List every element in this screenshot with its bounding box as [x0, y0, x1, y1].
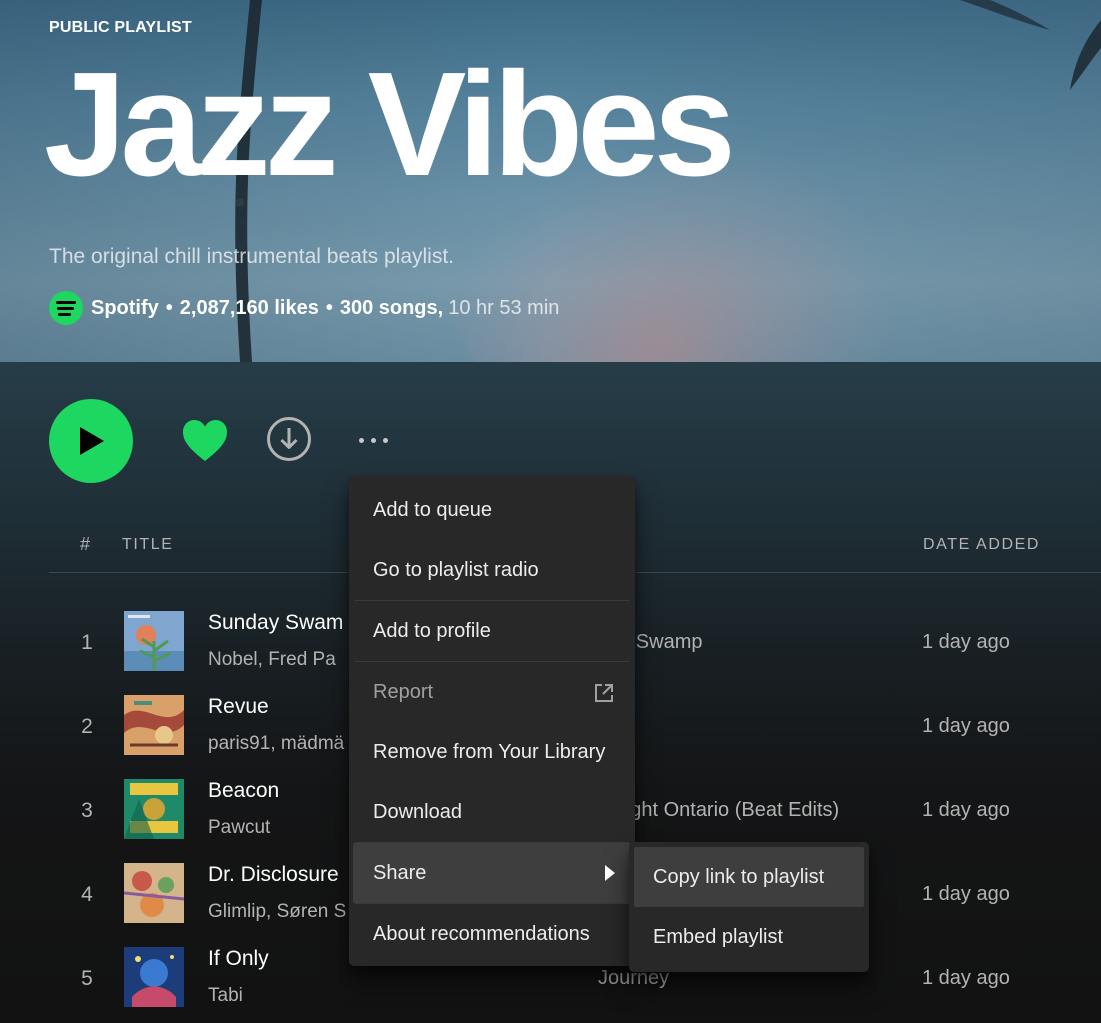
column-header-number: # [80, 534, 92, 554]
more-options-icon [382, 437, 388, 443]
menu-item-add-to-profile[interactable]: Add to profile [353, 601, 631, 661]
playlist-likes: 2,087,160 likes [179, 296, 319, 319]
share-submenu: Copy link to playlist Embed playlist [629, 842, 869, 972]
track-cover-art [124, 611, 184, 671]
external-link-icon [595, 684, 613, 702]
spotify-logo-icon[interactable] [49, 291, 83, 325]
menu-item-label: Download [373, 800, 462, 823]
download-icon [267, 417, 311, 461]
column-header-date-added[interactable]: DATE ADDED [923, 536, 1040, 554]
playlist-duration: 10 hr 53 min [448, 296, 560, 319]
playlist-context-menu: Add to queue Go to playlist radio Add to… [349, 476, 635, 966]
track-title[interactable]: Dr. Disclosure [208, 863, 339, 887]
playlist-owner-link[interactable]: Spotify [91, 297, 159, 320]
submenu-arrow-icon [605, 865, 615, 881]
playlist-meta: Spotify • 2,087,160 likes • 300 songs, 1… [49, 290, 559, 326]
track-cover-art [124, 695, 184, 755]
track-cover-art [124, 863, 184, 923]
menu-item-label: About recommendations [373, 922, 590, 945]
track-title[interactable]: Sunday Swam [208, 611, 343, 635]
playlist-type-label: PUBLIC PLAYLIST [49, 19, 192, 36]
track-artist[interactable]: paris91, mädmä [208, 733, 344, 755]
track-artist[interactable]: Nobel, Fred Pa [208, 649, 336, 671]
track-title[interactable]: If Only [208, 947, 269, 971]
playlist-title: Jazz Vibes [44, 42, 736, 207]
menu-item-label: Embed playlist [653, 925, 784, 948]
menu-item-label: Add to profile [373, 619, 491, 642]
track-number: 3 [81, 799, 93, 822]
like-button[interactable] [181, 418, 229, 464]
download-button[interactable] [266, 416, 312, 462]
track-date-added: 1 day ago [922, 883, 1010, 905]
track-number: 5 [81, 967, 93, 990]
track-title[interactable]: Revue [208, 695, 269, 719]
menu-item-copy-link[interactable]: Copy link to playlist [634, 847, 864, 907]
menu-item-label: Add to queue [373, 498, 492, 521]
track-date-added: 1 day ago [922, 631, 1010, 653]
menu-item-share[interactable]: Share [353, 843, 631, 903]
menu-item-label: Report [373, 680, 434, 703]
heart-icon [183, 420, 227, 461]
menu-item-label: Go to playlist radio [373, 558, 539, 581]
track-cover-art [124, 947, 184, 1007]
menu-item-embed-playlist[interactable]: Embed playlist [634, 907, 864, 967]
playlist-song-count: 300 songs, [339, 296, 444, 319]
track-cover-art [124, 779, 184, 839]
track-number: 4 [81, 883, 93, 906]
menu-item-remove-from-library[interactable]: Remove from Your Library [353, 722, 631, 782]
menu-item-report[interactable]: Report [353, 662, 631, 722]
track-artist[interactable]: Tabi [208, 985, 243, 1007]
menu-item-download[interactable]: Download [353, 782, 631, 842]
more-options-icon [358, 437, 364, 443]
menu-item-about-recommendations[interactable]: About recommendations [353, 904, 631, 964]
menu-item-label: Remove from Your Library [373, 740, 606, 763]
track-title[interactable]: Beacon [208, 779, 279, 803]
menu-item-playlist-radio[interactable]: Go to playlist radio [353, 540, 631, 600]
meta-separator: • [165, 296, 173, 319]
track-date-added: 1 day ago [922, 799, 1010, 821]
menu-item-label: Share [373, 861, 427, 884]
track-artist[interactable]: Glimlip, Søren S [208, 901, 346, 923]
playlist-description: The original chill instrumental beats pl… [49, 245, 455, 268]
play-icon [80, 427, 104, 455]
track-date-added: 1 day ago [922, 715, 1010, 737]
track-date-added: 1 day ago [922, 967, 1010, 989]
column-header-title[interactable]: TITLE [122, 536, 174, 554]
track-number: 1 [81, 631, 93, 654]
playlist-header: PUBLIC PLAYLIST Jazz Vibes The original … [0, 0, 1101, 362]
menu-item-label: Copy link to playlist [653, 865, 825, 888]
play-button[interactable] [49, 399, 133, 483]
track-artist[interactable]: Pawcut [208, 817, 270, 839]
meta-separator: • [325, 296, 333, 319]
menu-item-add-to-queue[interactable]: Add to queue [353, 480, 631, 540]
track-number: 2 [81, 715, 93, 738]
more-options-button[interactable] [350, 427, 396, 453]
more-options-icon [370, 437, 376, 443]
